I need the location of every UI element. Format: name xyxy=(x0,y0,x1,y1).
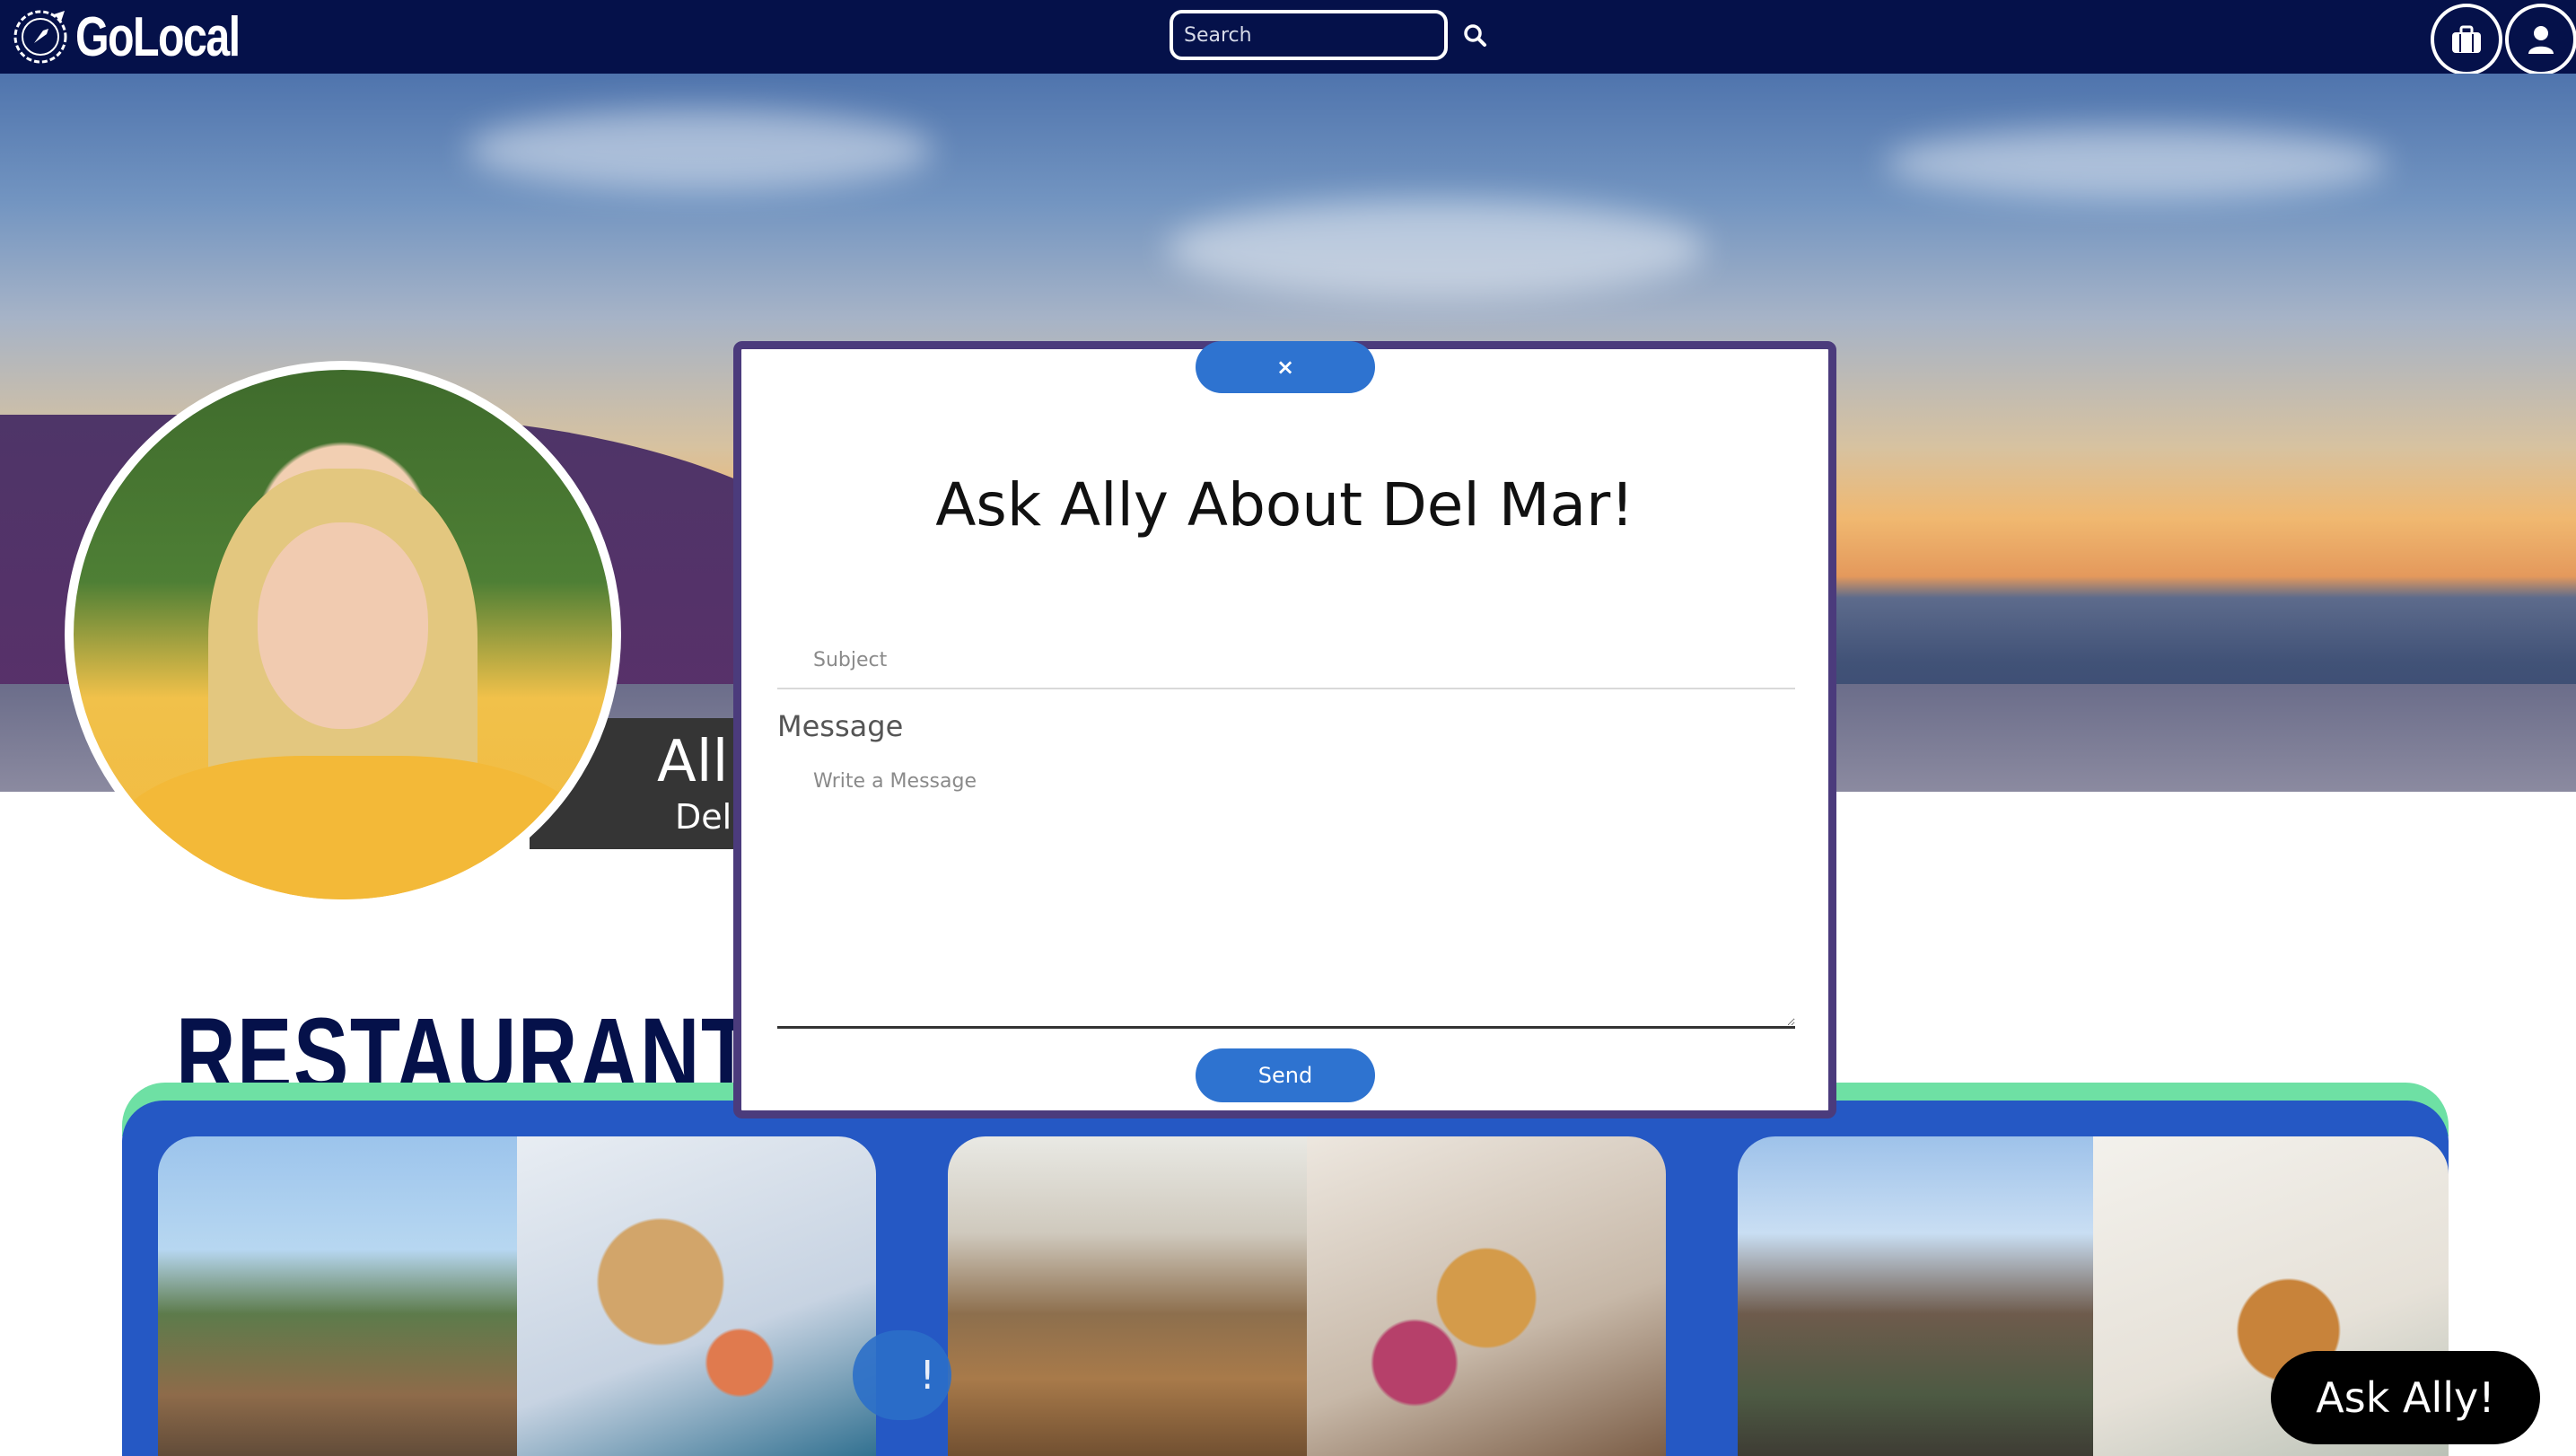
briefcase-icon xyxy=(2452,25,2481,53)
message-label: Message xyxy=(777,709,904,743)
top-navbar: GoLocal xyxy=(0,0,2576,75)
modal-title: Ask Ally About Del Mar! xyxy=(935,470,1634,539)
trips-button[interactable] xyxy=(2431,4,2502,75)
cloud xyxy=(1167,199,1705,298)
cloud xyxy=(1885,127,2388,199)
message-textarea[interactable] xyxy=(777,761,1795,1029)
guide-name: All xyxy=(657,729,729,795)
restaurant-food-image xyxy=(1307,1136,1666,1456)
ask-button-partial[interactable]: ! xyxy=(853,1330,951,1420)
restaurant-exterior-image xyxy=(158,1136,517,1456)
ask-ally-button[interactable]: Ask Ally! xyxy=(2271,1351,2540,1444)
restaurant-food-image xyxy=(517,1136,876,1456)
modal-close-button[interactable]: × xyxy=(1196,341,1375,393)
send-button[interactable]: Send xyxy=(1196,1048,1375,1102)
cloud xyxy=(467,110,933,190)
restaurant-interior-image xyxy=(948,1136,1307,1456)
avatar-face xyxy=(258,522,428,729)
compass-logo-icon xyxy=(13,10,67,64)
avatar-shirt xyxy=(110,756,594,899)
restaurant-card[interactable] xyxy=(948,1136,1666,1456)
user-icon xyxy=(2528,26,2554,54)
restaurant-card[interactable] xyxy=(158,1136,876,1456)
brand-name: GoLocal xyxy=(75,5,241,68)
search-input[interactable] xyxy=(1170,10,1448,60)
search-icon[interactable] xyxy=(1461,22,1488,48)
profile-button[interactable] xyxy=(2505,4,2576,75)
restaurant-exterior-image xyxy=(1738,1136,2093,1456)
guide-location: Del xyxy=(675,797,732,837)
logo[interactable]: GoLocal xyxy=(9,4,285,70)
subject-input[interactable] xyxy=(777,632,1795,689)
guide-avatar xyxy=(65,361,621,908)
